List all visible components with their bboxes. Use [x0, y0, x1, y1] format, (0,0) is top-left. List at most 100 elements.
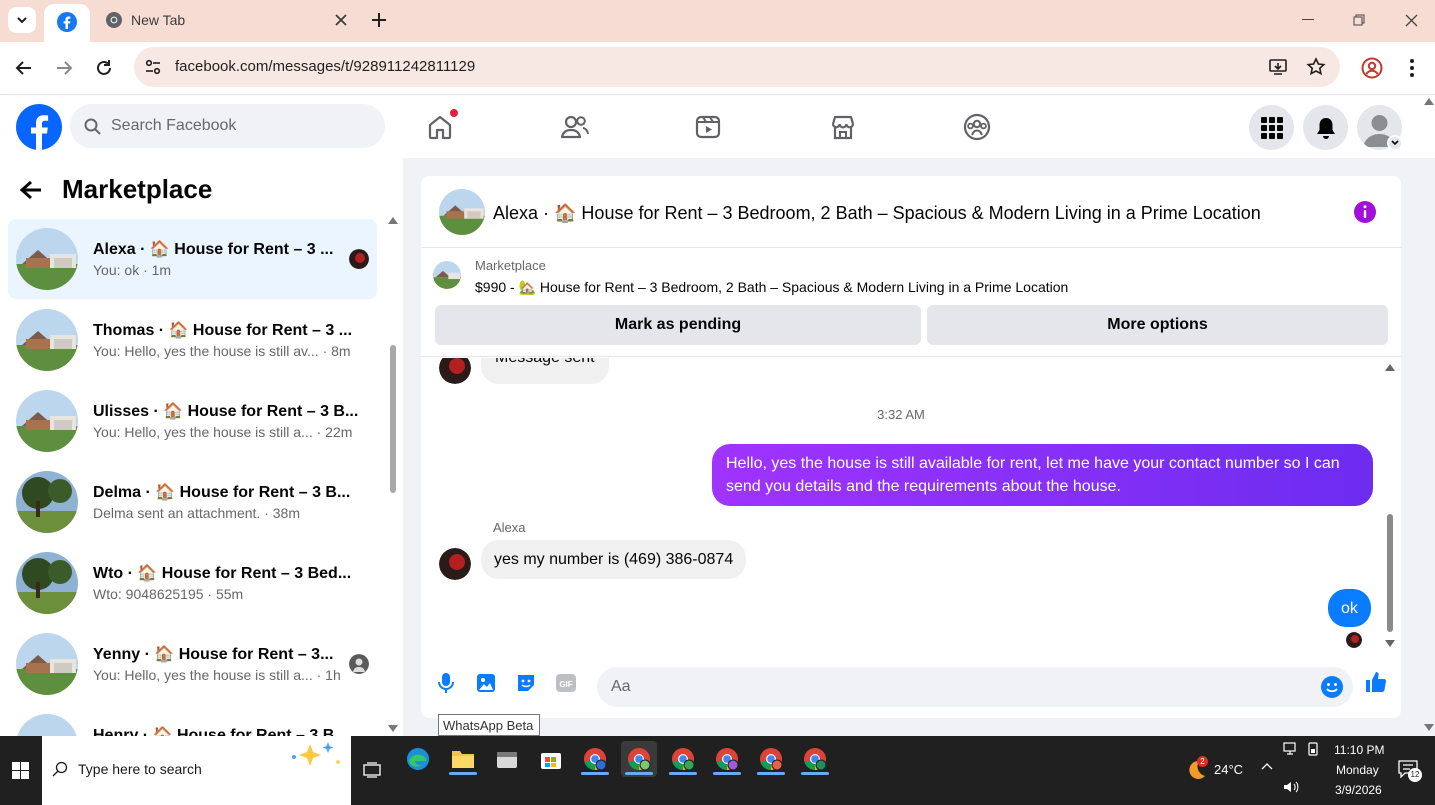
- close-window-button[interactable]: [1391, 6, 1431, 34]
- account-chevron[interactable]: [1387, 135, 1403, 151]
- chrome-profile-2-taskbar-icon[interactable]: [621, 741, 657, 777]
- emoji-icon[interactable]: [1320, 675, 1344, 699]
- store-taskbar-icon[interactable]: [533, 741, 569, 777]
- conversation-item[interactable]: Wto · 🏠 House for Rent – 3 Bed... Wto: 9…: [8, 543, 377, 623]
- arrow-right-icon: [57, 61, 73, 75]
- reload-icon: [97, 60, 111, 75]
- scrollbar-thumb[interactable]: [390, 345, 396, 493]
- install-app-icon[interactable]: [1268, 57, 1288, 77]
- house-thumbnail: [16, 714, 78, 736]
- back-button[interactable]: [12, 56, 36, 80]
- plus-icon: [372, 13, 386, 27]
- nav-marketplace[interactable]: [825, 109, 861, 145]
- reload-button[interactable]: [92, 56, 116, 80]
- search-facebook-input[interactable]: Search Facebook: [70, 104, 385, 148]
- page-scrollbar[interactable]: [1423, 98, 1435, 736]
- search-icon: [84, 118, 101, 135]
- browser-menu-button[interactable]: [1400, 56, 1424, 80]
- tab-search-dropdown[interactable]: [8, 7, 36, 33]
- trees-thumbnail: [16, 471, 78, 533]
- conversation-item[interactable]: Ulisses · 🏠 House for Rent – 3 B... You:…: [8, 381, 377, 461]
- info-icon[interactable]: [1353, 200, 1377, 224]
- thumbs-up-icon[interactable]: [1364, 670, 1388, 694]
- conversation-item[interactable]: Delma · 🏠 House for Rent – 3 B... Delma …: [8, 462, 377, 542]
- new-tab-button[interactable]: [366, 8, 392, 32]
- facebook-logo-icon[interactable]: [16, 104, 62, 150]
- conversation-item[interactable]: Henry · 🏠 House for Rent – 3 B...: [8, 705, 377, 736]
- minimize-icon: [1302, 19, 1314, 20]
- close-icon[interactable]: [335, 14, 347, 26]
- mark-as-pending-button[interactable]: Mark as pending: [435, 305, 921, 345]
- nav-home[interactable]: [422, 108, 459, 145]
- notifications-button[interactable]: [1303, 105, 1348, 150]
- nav-groups[interactable]: [959, 109, 995, 145]
- chrome-profile-3-taskbar-icon[interactable]: [665, 741, 701, 777]
- chat-title[interactable]: Alexa · 🏠 House for Rent – 3 Bedroom, 2 …: [493, 203, 1261, 224]
- marketplace-sidebar: Marketplace Alexa · 🏠 House for Rent – 3…: [0, 158, 403, 736]
- tray-overflow-button[interactable]: [1261, 762, 1273, 770]
- nav-friends[interactable]: [557, 109, 593, 145]
- tooltip: WhatsApp Beta: [438, 714, 540, 736]
- conversation-item[interactable]: Alexa · 🏠 House for Rent – 3 ... You: ok…: [8, 219, 377, 299]
- notification-center-button[interactable]: 12: [1398, 760, 1422, 782]
- chrome-icon: [106, 12, 122, 28]
- battery-icon[interactable]: [1306, 742, 1320, 756]
- tab-facebook[interactable]: [44, 4, 90, 42]
- more-options-button[interactable]: More options: [927, 305, 1388, 345]
- browser-toolbar: facebook.com/messages/t/928911242811129: [0, 42, 1435, 95]
- gif-icon[interactable]: GIF: [554, 671, 578, 695]
- taskbar-search-placeholder: Type here to search: [78, 761, 202, 777]
- notification-count: 12: [1408, 768, 1422, 782]
- back-arrow-icon[interactable]: [20, 180, 42, 200]
- conversation-item[interactable]: Yenny · 🏠 House for Rent – 3... You: Hel…: [8, 624, 377, 704]
- sticker-icon[interactable]: [514, 671, 538, 695]
- app-taskbar-icon[interactable]: [489, 741, 525, 777]
- chrome-profile-1-taskbar-icon[interactable]: [577, 741, 613, 777]
- chrome-profile-4-taskbar-icon[interactable]: [709, 741, 745, 777]
- file-explorer-taskbar-icon[interactable]: [445, 741, 481, 777]
- chrome-profile-5-taskbar-icon[interactable]: [753, 741, 789, 777]
- start-button[interactable]: [2, 752, 38, 788]
- chrome-profile-6-taskbar-icon[interactable]: [797, 741, 833, 777]
- scrollbar-thumb[interactable]: [1387, 514, 1393, 632]
- network-icon[interactable]: [1283, 742, 1299, 756]
- conversation-preview: Wto: 9048625195 · 55m: [93, 586, 244, 602]
- house-thumbnail: [16, 390, 78, 452]
- microphone-icon[interactable]: [434, 671, 458, 695]
- forward-button[interactable]: [52, 56, 76, 80]
- house-thumbnail: [16, 228, 78, 290]
- listing-title[interactable]: $990 - 🏡 House for Rent – 3 Bedroom, 2 B…: [475, 279, 1068, 296]
- edge-taskbar-icon[interactable]: [400, 741, 436, 777]
- message-input[interactable]: Aa: [597, 667, 1353, 707]
- address-bar[interactable]: facebook.com/messages/t/928911242811129: [134, 47, 1340, 87]
- windows-icon: [11, 761, 29, 779]
- message-composer: GIF Aa: [421, 658, 1401, 718]
- sidebar-header: Marketplace: [20, 174, 212, 205]
- task-view-button[interactable]: [354, 752, 390, 788]
- minimize-button[interactable]: [1288, 6, 1328, 34]
- site-settings-icon[interactable]: [145, 59, 161, 75]
- menu-button[interactable]: [1249, 105, 1294, 150]
- clock-time[interactable]: 11:10 PM: [1334, 743, 1384, 757]
- nav-video[interactable]: [690, 109, 726, 145]
- clock-date: 3/9/2026: [1335, 783, 1382, 797]
- windows-taskbar: Type here to search 2 24°C 11:10 PM Mond…: [0, 736, 1435, 805]
- conversation-item[interactable]: Thomas · 🏠 House for Rent – 3 ... You: H…: [8, 300, 377, 380]
- chat-scrollbar[interactable]: [1383, 358, 1397, 658]
- listing-thumbnail[interactable]: [433, 261, 461, 289]
- search-icon: [52, 761, 68, 777]
- weather-widget[interactable]: 2 24°C: [1184, 756, 1254, 782]
- message-text: yes my number is (469) 386-0874: [494, 551, 734, 568]
- image-icon[interactable]: [474, 671, 498, 695]
- tab-new-tab[interactable]: New Tab: [96, 5, 356, 35]
- star-icon[interactable]: [1306, 57, 1326, 77]
- chevron-up-icon: [1261, 763, 1273, 770]
- chat-listing-avatar[interactable]: [439, 189, 485, 235]
- taskbar-search[interactable]: Type here to search: [42, 736, 351, 805]
- main-content: Alexa · 🏠 House for Rent – 3 Bedroom, 2 …: [403, 98, 1435, 736]
- restore-button[interactable]: [1339, 6, 1379, 34]
- profile-button[interactable]: [1360, 56, 1384, 80]
- scroll-down-icon: [1385, 640, 1395, 647]
- sidebar-scrollbar[interactable]: [387, 213, 399, 733]
- volume-icon[interactable]: [1283, 780, 1299, 794]
